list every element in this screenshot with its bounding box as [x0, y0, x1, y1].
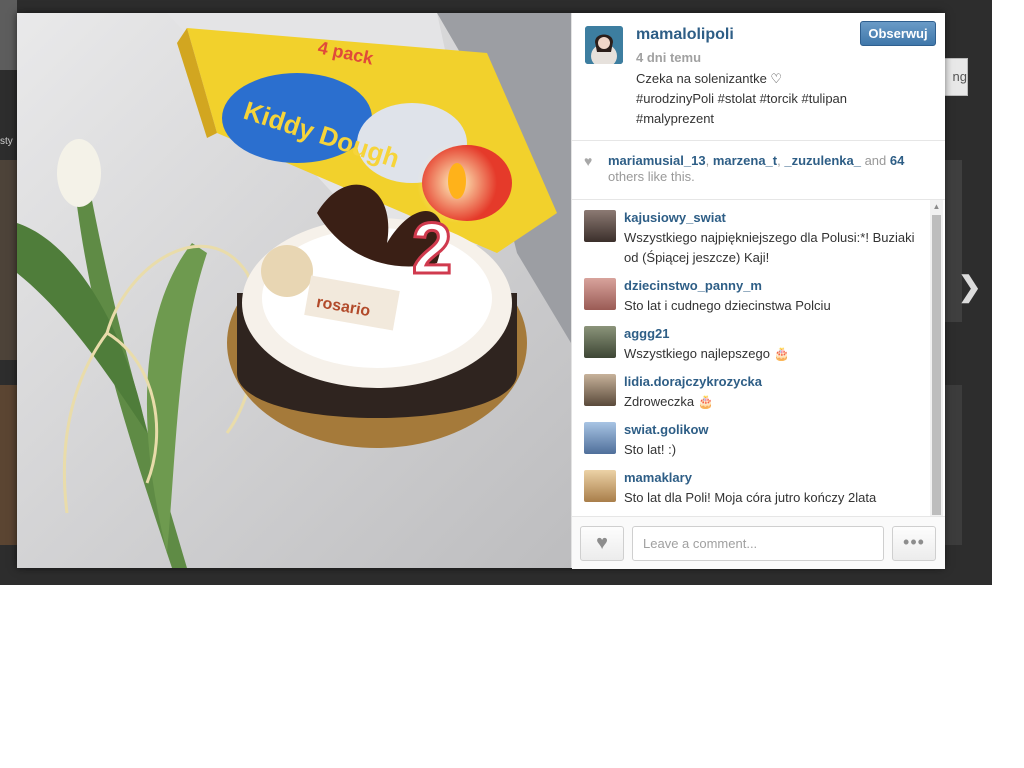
background-thumbnail	[0, 160, 17, 360]
commenter-avatar[interactable]	[584, 278, 616, 310]
follow-button[interactable]: Obserwuj	[860, 21, 936, 46]
scroll-up-arrow-icon[interactable]: ▲	[930, 200, 943, 214]
comments-list[interactable]: kajusiowy_swiat Wszystkiego najpiękniejs…	[572, 200, 929, 516]
caption-hashtags[interactable]: #urodzinyPoli #stolat #torcik #tulipan	[636, 89, 926, 109]
caption-hashtags[interactable]: #malyprezent	[636, 109, 926, 129]
comment-text: Zdroweczka 🎂	[624, 394, 714, 409]
comment-footer: ♥ •••	[572, 516, 945, 569]
commenter-username-link[interactable]: dziecinstwo_panny_m	[624, 278, 762, 293]
scrollbar-thumb[interactable]	[932, 215, 941, 515]
commenter-avatar[interactable]	[584, 422, 616, 454]
next-post-arrow-icon[interactable]: ❯	[958, 270, 981, 303]
comment-text: Sto lat! :)	[624, 442, 677, 457]
post-photo-image: Kiddy Dough 4 pack rosario 2	[17, 13, 571, 568]
background-thumbnail	[944, 385, 962, 545]
liker-username-link[interactable]: marzena_t	[713, 153, 777, 168]
comment-text: Wszystkiego najpiękniejszego dla Polusi:…	[624, 230, 915, 265]
likes-text: mariamusial_13, marzena_t, _zuzulenka_ a…	[608, 153, 905, 184]
comment-text: Sto lat i cudnego dziecinstwa Polciu	[624, 298, 831, 313]
commenter-username-link[interactable]: kajusiowy_swiat	[624, 210, 726, 225]
heart-icon: ♥	[584, 153, 593, 169]
post-modal: Kiddy Dough 4 pack rosario 2 mamalolipol…	[17, 13, 945, 569]
likes-count-link[interactable]: 64	[890, 153, 904, 168]
commenter-username-link[interactable]: lidia.dorajczykrozycka	[624, 374, 762, 389]
commenter-username-link[interactable]: mamaklary	[624, 470, 692, 485]
more-options-button[interactable]: •••	[892, 526, 936, 561]
avatar-image	[585, 26, 623, 64]
author-avatar[interactable]	[585, 26, 623, 64]
likes-others-text: others like this.	[608, 169, 695, 184]
commenter-avatar[interactable]	[584, 374, 616, 406]
post-caption: Czeka na solenizantke ♡ #urodzinyPoli #s…	[636, 69, 926, 129]
commenter-username-link[interactable]: swiat.golikow	[624, 422, 709, 437]
likes-and-text: and	[864, 153, 887, 168]
comments-scrollbar[interactable]: ▲	[930, 200, 943, 516]
comment-text: Wszystkiego najlepszego 🎂	[624, 346, 790, 361]
background-button: ng	[944, 58, 968, 96]
liker-username-link[interactable]: _zuzulenka_	[784, 153, 861, 168]
background-label: sty	[0, 136, 13, 147]
caption-text: Czeka na solenizantke ♡	[636, 71, 783, 86]
commenter-username-link[interactable]: aggg21	[624, 326, 670, 341]
background-thumbnail	[0, 385, 17, 545]
commenter-avatar[interactable]	[584, 470, 616, 502]
likes-summary: ♥ mariamusial_13, marzena_t, _zuzulenka_…	[572, 141, 945, 200]
commenter-avatar[interactable]	[584, 326, 616, 358]
commenter-avatar[interactable]	[584, 210, 616, 242]
liker-username-link[interactable]: mariamusial_13	[608, 153, 706, 168]
post-header: mamalolipoli 4 dni temu Czeka na soleniz…	[572, 13, 945, 141]
candle-number-label: 2	[412, 209, 452, 289]
background-thumbnail	[0, 0, 17, 70]
comment-text: Sto lat dla Poli! Moja córa jutro kończy…	[624, 490, 877, 505]
post-timestamp[interactable]: 4 dni temu	[636, 50, 701, 65]
post-photo: Kiddy Dough 4 pack rosario 2	[17, 13, 571, 568]
heart-icon: ♥	[596, 532, 608, 554]
comment-input[interactable]	[632, 526, 884, 561]
like-button[interactable]: ♥	[580, 526, 624, 561]
post-details-panel: mamalolipoli 4 dni temu Czeka na soleniz…	[571, 13, 945, 569]
author-username-link[interactable]: mamalolipoli	[636, 26, 734, 44]
